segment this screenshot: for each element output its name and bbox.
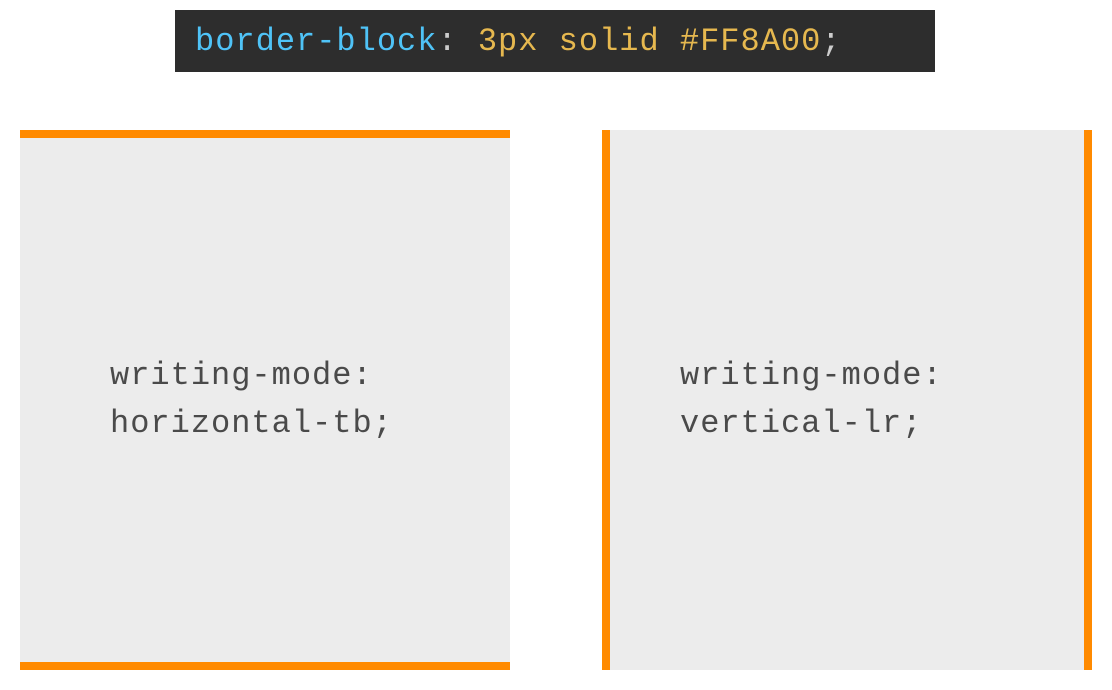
example-text-left: writing-mode: horizontal-tb; [110,352,393,448]
example-horizontal: writing-mode: horizontal-tb; [20,130,510,670]
example-text-right: writing-mode: vertical-lr; [680,352,943,448]
example-right-line2: vertical-lr; [680,400,943,448]
example-left-line1: writing-mode: [110,352,393,400]
css-semicolon: ; [821,23,841,60]
example-vertical: writing-mode: vertical-lr; [602,130,1092,670]
css-value: 3px solid #FF8A00 [478,23,821,60]
example-left-line2: horizontal-tb; [110,400,393,448]
code-snippet: border-block: 3px solid #FF8A00; [175,10,935,72]
css-colon: : [437,23,457,60]
css-property: border-block [195,23,437,60]
example-right-line1: writing-mode: [680,352,943,400]
examples-row: writing-mode: horizontal-tb; writing-mod… [20,130,1092,670]
